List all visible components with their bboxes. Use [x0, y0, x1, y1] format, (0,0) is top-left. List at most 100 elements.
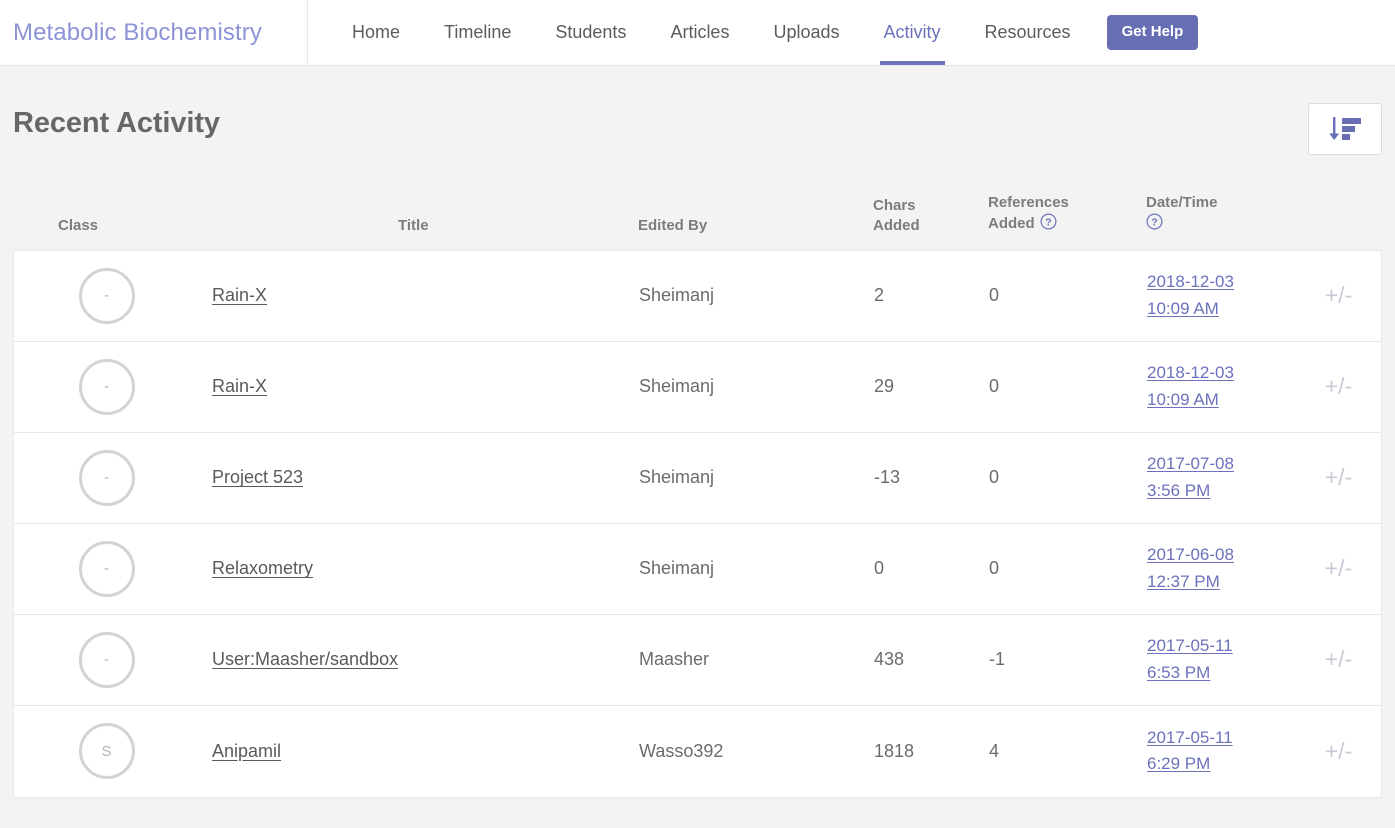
table-row[interactable]: - Relaxometry Sheimanj 0 0 2017-06-08 12…: [14, 524, 1381, 615]
class-badge: -: [78, 631, 135, 688]
table-row[interactable]: - Rain-X Sheimanj 2 0 2018-12-03 10:09 A…: [14, 251, 1381, 342]
revision-date-link[interactable]: 2017-05-11: [1147, 725, 1233, 752]
diff-plus-minus-icon[interactable]: +/-: [1325, 738, 1352, 765]
svg-text:?: ?: [1045, 216, 1051, 228]
article-title-link[interactable]: Relaxometry: [212, 558, 313, 578]
date-time-label: Date/Time: [1146, 194, 1218, 211]
row-title-cell: User:Maasher/sandbox: [199, 649, 626, 670]
row-chars-added-cell: 438: [874, 649, 905, 670]
references-help-icon[interactable]: ?: [1040, 213, 1057, 236]
row-chars-added-cell: 2: [874, 285, 885, 306]
diff-plus-minus-icon[interactable]: +/-: [1325, 282, 1352, 309]
diff-plus-minus-icon[interactable]: +/-: [1325, 464, 1352, 491]
revision-date-link[interactable]: 2018-12-03: [1147, 269, 1234, 296]
column-header-date-time: Date/Time ?: [1133, 193, 1293, 236]
row-title-cell: Anipamil: [199, 741, 626, 762]
page-header: Recent Activity: [13, 66, 1382, 155]
chars-added-line2: Added: [873, 216, 920, 234]
references-added-line2: Added: [988, 214, 1035, 232]
row-editor-cell: Sheimanj: [639, 467, 715, 488]
sort-descending-icon: [1327, 115, 1363, 144]
table-header-row: Class Title Edited By Chars Added Refere…: [13, 193, 1382, 250]
diff-plus-minus-icon[interactable]: +/-: [1325, 646, 1352, 673]
row-references-added-cell: -1: [989, 649, 1006, 670]
row-references-added-cell: 0: [989, 285, 1000, 306]
row-title-cell: Relaxometry: [199, 558, 626, 579]
class-badge: -: [78, 540, 135, 597]
row-chars-added-cell: 29: [874, 376, 895, 397]
row-title-cell: Project 523: [199, 467, 626, 488]
table-row[interactable]: - Rain-X Sheimanj 29 0 2018-12-03 10:09 …: [14, 342, 1381, 433]
revision-time-link[interactable]: 10:09 AM: [1147, 296, 1219, 323]
row-title-cell: Rain-X: [199, 376, 626, 397]
class-badge: -: [78, 449, 135, 506]
nav-item-articles[interactable]: Articles: [648, 0, 751, 65]
row-chars-added-cell: 0: [874, 558, 885, 579]
row-class-cell: -: [14, 449, 199, 506]
table-row[interactable]: - Project 523 Sheimanj -13 0 2017-07-08 …: [14, 433, 1381, 524]
brand-container: Metabolic Biochemistry: [0, 0, 308, 65]
revision-time-link[interactable]: 3:56 PM: [1147, 478, 1210, 505]
nav-item-uploads[interactable]: Uploads: [751, 0, 861, 65]
date-time-help-wrap: ?: [1146, 213, 1293, 236]
table-body: - Rain-X Sheimanj 2 0 2018-12-03 10:09 A…: [13, 249, 1382, 798]
row-editor-cell: Sheimanj: [639, 376, 715, 397]
table-row[interactable]: - User:Maasher/sandbox Maasher 438 -1 20…: [14, 615, 1381, 706]
revision-date-link[interactable]: 2017-07-08: [1147, 451, 1234, 478]
nav-item-resources[interactable]: Resources: [963, 0, 1093, 65]
row-date-cell: 2018-12-03 10:09 AM: [1134, 269, 1294, 323]
row-diff-cell: +/-: [1294, 555, 1383, 582]
revision-time-link[interactable]: 6:53 PM: [1147, 660, 1210, 687]
diff-plus-minus-icon[interactable]: +/-: [1325, 373, 1352, 400]
article-title-link[interactable]: User:Maasher/sandbox: [212, 649, 398, 669]
row-chars-added-cell: 1818: [874, 740, 915, 761]
table-row[interactable]: S Anipamil Wasso392 1818 4 2017-05-11 6:…: [14, 706, 1381, 797]
article-title-link[interactable]: Rain-X: [212, 376, 267, 396]
revision-time-link[interactable]: 10:09 AM: [1147, 387, 1219, 414]
nav-item-activity[interactable]: Activity: [862, 0, 963, 65]
row-diff-cell: +/-: [1294, 738, 1383, 765]
row-references-added-cell: 0: [989, 376, 1000, 397]
row-date-cell: 2017-06-08 12:37 PM: [1134, 542, 1294, 596]
top-navbar: Metabolic Biochemistry Home Timeline Stu…: [0, 0, 1395, 66]
page-title: Recent Activity: [13, 107, 220, 139]
nav-item-timeline[interactable]: Timeline: [422, 0, 533, 65]
revision-date-link[interactable]: 2018-12-03: [1147, 360, 1234, 387]
row-date-cell: 2017-05-11 6:29 PM: [1134, 725, 1294, 779]
revision-time-link[interactable]: 12:37 PM: [1147, 569, 1220, 596]
nav-item-home[interactable]: Home: [330, 0, 422, 65]
row-class-cell: -: [14, 358, 199, 415]
class-badge: -: [78, 267, 135, 324]
sort-button[interactable]: [1308, 103, 1382, 155]
diff-plus-minus-icon[interactable]: +/-: [1325, 555, 1352, 582]
references-added-line1: References: [988, 194, 1069, 211]
revision-time-link[interactable]: 6:29 PM: [1147, 751, 1210, 778]
row-date-cell: 2017-07-08 3:56 PM: [1134, 451, 1294, 505]
revision-date-link[interactable]: 2017-05-11: [1147, 633, 1233, 660]
row-editor-cell: Sheimanj: [639, 285, 715, 306]
chars-added-line1: Chars: [873, 197, 916, 214]
column-header-edited-by: Edited By: [638, 216, 708, 234]
revision-date-link[interactable]: 2017-06-08: [1147, 542, 1234, 569]
page-content: Recent Activity Class Title Edited By Ch…: [0, 66, 1395, 798]
svg-text:?: ?: [1151, 216, 1157, 228]
references-added-line2-wrap: Added?: [988, 213, 1133, 236]
get-help-button[interactable]: Get Help: [1106, 15, 1199, 50]
row-class-cell: -: [14, 540, 199, 597]
main-nav: Home Timeline Students Articles Uploads …: [308, 0, 1199, 65]
nav-item-students[interactable]: Students: [533, 0, 648, 65]
article-title-link[interactable]: Project 523: [212, 467, 303, 487]
brand-logo-link[interactable]: Metabolic Biochemistry: [13, 19, 262, 47]
get-help-container: Get Help: [1093, 0, 1199, 65]
row-date-cell: 2018-12-03 10:09 AM: [1134, 360, 1294, 414]
row-chars-added-cell: -13: [874, 467, 901, 488]
date-time-help-icon[interactable]: ?: [1146, 213, 1163, 236]
article-title-link[interactable]: Anipamil: [212, 741, 281, 761]
row-diff-cell: +/-: [1294, 646, 1383, 673]
article-title-link[interactable]: Rain-X: [212, 285, 267, 305]
row-title-cell: Rain-X: [199, 285, 626, 306]
class-badge: -: [78, 358, 135, 415]
row-editor-cell: Sheimanj: [639, 558, 715, 579]
row-diff-cell: +/-: [1294, 464, 1383, 491]
row-references-added-cell: 4: [989, 740, 1000, 761]
